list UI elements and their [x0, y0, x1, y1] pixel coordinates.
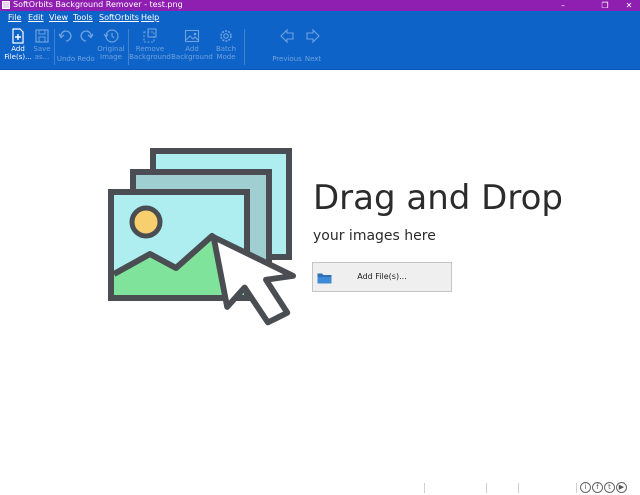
status-divider — [518, 483, 519, 493]
add-file-icon — [12, 28, 24, 44]
menu-view[interactable]: View — [49, 13, 68, 22]
restore-button[interactable]: ❐ — [594, 0, 616, 11]
status-bar: i f t ▶ — [0, 481, 640, 495]
add-files-button[interactable]: Add File(s)... — [4, 28, 32, 68]
close-button[interactable]: ✕ — [618, 0, 640, 11]
menu-softorbits[interactable]: SoftOrbits — [99, 13, 139, 22]
remove-background-button[interactable]: Remove Background — [129, 28, 171, 68]
add-files-main-button[interactable]: Add File(s)... — [312, 262, 452, 292]
history-icon — [103, 29, 119, 43]
remove-background-icon — [143, 28, 157, 43]
menu-bar: File Edit View Tools SoftOrbits Help — [0, 11, 640, 25]
drag-drop-title: Drag and Drop — [313, 178, 563, 218]
minimize-button[interactable]: – — [552, 0, 574, 11]
title-bar: SoftOrbits Background Remover - test.png… — [0, 0, 640, 11]
menu-file[interactable]: File — [8, 13, 21, 22]
original-image-button[interactable]: Original Image — [96, 28, 126, 68]
redo-button[interactable]: Redo — [76, 28, 96, 68]
batch-mode-button[interactable]: Batch Mode — [212, 28, 240, 68]
facebook-icon[interactable]: f — [592, 482, 603, 493]
toolbar-separator — [54, 29, 55, 65]
status-divider — [576, 483, 577, 493]
toolbar-separator — [244, 29, 245, 65]
app-icon — [2, 1, 10, 9]
redo-icon — [80, 30, 94, 42]
next-button[interactable]: Next — [302, 28, 324, 68]
status-divider — [424, 483, 425, 493]
youtube-icon[interactable]: ▶ — [616, 482, 627, 493]
add-files-label: Add File(s)... — [357, 272, 407, 281]
gear-icon — [220, 30, 232, 42]
drag-drop-illustration — [108, 148, 297, 326]
drag-drop-subtitle: your images here — [313, 228, 436, 244]
save-icon — [35, 29, 49, 43]
menu-edit[interactable]: Edit — [28, 13, 44, 22]
menu-tools[interactable]: Tools — [73, 13, 93, 22]
add-background-button[interactable]: Add Background — [171, 28, 213, 68]
twitter-icon[interactable]: t — [604, 482, 615, 493]
arrow-left-icon — [280, 28, 294, 44]
image-icon — [184, 29, 200, 43]
info-icon[interactable]: i — [580, 482, 591, 493]
save-as-button[interactable]: Save as... — [31, 28, 53, 68]
undo-button[interactable]: Undo — [56, 28, 76, 68]
window-title: SoftOrbits Background Remover - test.png — [13, 0, 183, 9]
undo-icon — [58, 30, 72, 42]
status-divider — [486, 483, 487, 493]
previous-button[interactable]: Previous — [271, 28, 303, 68]
toolbar: Add File(s)... Save as... Undo Redo Orig… — [0, 25, 640, 70]
arrow-right-icon — [306, 28, 320, 44]
menu-help[interactable]: Help — [141, 13, 159, 22]
